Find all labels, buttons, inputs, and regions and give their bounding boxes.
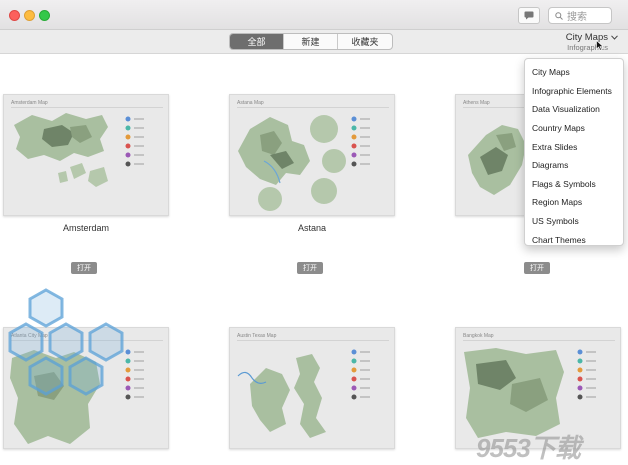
open-button-amsterdam[interactable]: 打开 bbox=[71, 262, 97, 274]
card-title-astana: Astana bbox=[297, 223, 327, 233]
tab-new[interactable]: 新建 bbox=[284, 34, 338, 49]
minimize-window-button[interactable] bbox=[24, 10, 35, 21]
open-button-athens[interactable]: 打开 bbox=[524, 262, 550, 274]
template-card-amsterdam[interactable]: Amsterdam Map bbox=[3, 94, 169, 216]
map-legend bbox=[351, 116, 370, 167]
mouse-cursor-icon bbox=[596, 40, 604, 51]
tab-all[interactable]: 全部 bbox=[230, 34, 284, 49]
template-card-astana[interactable]: Astana Map bbox=[229, 94, 395, 216]
map-legend bbox=[577, 349, 596, 400]
category-dropdown-menu: City Maps Infographic Elements Data Visu… bbox=[524, 58, 624, 246]
title-bar: 搜索 bbox=[0, 0, 628, 30]
card-title-amsterdam: Amsterdam bbox=[62, 223, 109, 233]
template-card-row2-2[interactable]: Austin Texas Map bbox=[229, 327, 395, 449]
category-selector[interactable]: City Maps Infographics bbox=[566, 32, 618, 52]
menu-item-us-symbols[interactable]: US Symbols bbox=[525, 212, 623, 231]
category-subtitle: Infographics bbox=[567, 43, 608, 52]
menu-item-country-maps[interactable]: Country Maps bbox=[525, 119, 623, 138]
map-thumbnail bbox=[237, 349, 370, 438]
chevron-down-icon bbox=[611, 35, 618, 40]
tab-favorites[interactable]: 收藏夹 bbox=[338, 34, 392, 49]
search-icon bbox=[555, 11, 563, 20]
menu-item-infographic-elements[interactable]: Infographic Elements bbox=[525, 82, 623, 101]
menu-item-city-maps[interactable]: City Maps bbox=[525, 63, 623, 82]
close-window-button[interactable] bbox=[9, 10, 20, 21]
map-thumbnail bbox=[14, 113, 144, 187]
comment-button[interactable] bbox=[518, 7, 540, 24]
menu-item-chart-themes[interactable]: Chart Themes bbox=[525, 230, 623, 249]
search-placeholder: 搜索 bbox=[567, 12, 587, 23]
menu-item-extra-slides[interactable]: Extra Slides bbox=[525, 137, 623, 156]
hexagon-watermark bbox=[8, 288, 124, 396]
menu-item-region-maps[interactable]: Region Maps bbox=[525, 193, 623, 212]
open-button-astana[interactable]: 打开 bbox=[297, 262, 323, 274]
menu-item-diagrams[interactable]: Diagrams bbox=[525, 156, 623, 175]
comment-icon bbox=[524, 11, 534, 20]
search-field[interactable]: 搜索 bbox=[548, 7, 612, 24]
menu-item-data-visualization[interactable]: Data Visualization bbox=[525, 100, 623, 119]
map-legend bbox=[125, 116, 144, 167]
map-legend bbox=[351, 349, 370, 400]
zoom-window-button[interactable] bbox=[39, 10, 50, 21]
toolbar: 全部 新建 收藏夹 City Maps Infographics bbox=[0, 30, 628, 54]
site-watermark: 9553下载 bbox=[476, 433, 581, 463]
view-filter-tabs: 全部 新建 收藏夹 bbox=[229, 33, 393, 50]
menu-item-flags-symbols[interactable]: Flags & Symbols bbox=[525, 175, 623, 194]
map-thumbnail bbox=[238, 115, 370, 211]
